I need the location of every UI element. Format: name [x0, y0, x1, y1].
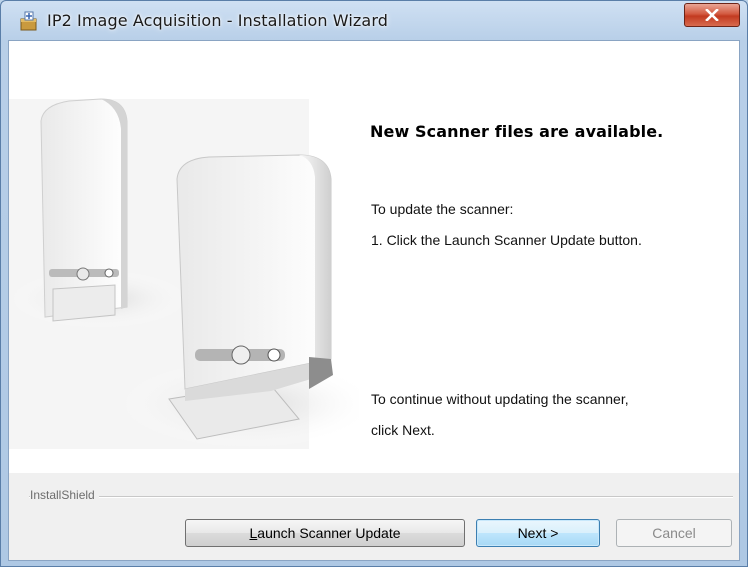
next-button[interactable]: Next > [476, 519, 600, 547]
close-icon [705, 9, 719, 21]
cancel-button[interactable]: Cancel [616, 519, 732, 547]
close-button[interactable] [684, 3, 740, 27]
launch-scanner-update-button[interactable]: Launch Scanner Update [185, 519, 465, 547]
scanner-illustration [9, 98, 359, 449]
continue-text-line-1: To continue without updating the scanner… [371, 391, 629, 407]
window-title: IP2 Image Acquisition - Installation Wiz… [47, 11, 388, 30]
launch-button-label: aunch Scanner Update [257, 525, 401, 541]
instructions-intro: To update the scanner: [371, 201, 514, 217]
brand-label: InstallShield [30, 488, 99, 502]
wizard-content: New Scanner files are available. To upda… [8, 40, 740, 561]
wizard-window: IP2 Image Acquisition - Installation Wiz… [0, 0, 748, 567]
cancel-button-label: Cancel [652, 525, 696, 541]
instructions-step-1: 1. Click the Launch Scanner Update butto… [371, 232, 642, 248]
wizard-footer: InstallShield Launch Scanner Update Next… [9, 473, 739, 560]
title-bar[interactable]: IP2 Image Acquisition - Installation Wiz… [1, 1, 747, 41]
footer-divider [29, 496, 733, 498]
main-heading: New Scanner files are available. [370, 122, 664, 141]
installer-icon [19, 11, 39, 31]
next-button-label: Next > [517, 525, 559, 541]
continue-text-line-2: click Next. [371, 422, 435, 438]
launch-button-accel: L [249, 525, 258, 541]
